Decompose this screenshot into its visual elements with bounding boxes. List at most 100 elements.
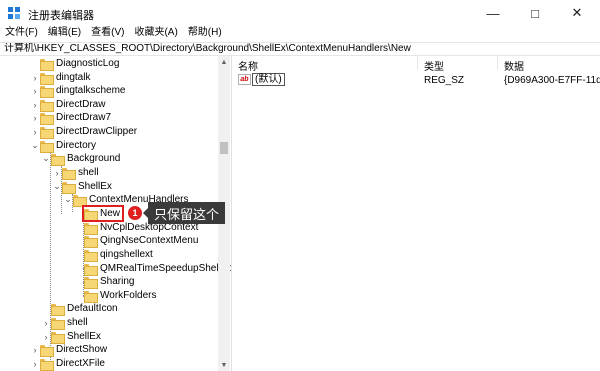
tree-item-label: Directory — [56, 140, 97, 151]
tree-item-workfolders[interactable]: WorkFolders — [74, 289, 157, 303]
folder-icon — [40, 126, 54, 139]
expand-chevron-icon — [74, 248, 84, 261]
folder-icon — [51, 317, 65, 330]
expand-chevron-icon[interactable]: › — [41, 330, 51, 343]
tree-item-label: Background — [67, 153, 121, 164]
annotation-callout: 只保留这个 — [143, 202, 225, 224]
minimize-button[interactable]: — — [472, 0, 514, 26]
tree-item-shell[interactable]: › shell — [41, 316, 88, 330]
collapse-chevron-icon[interactable]: ⌄ — [30, 139, 40, 152]
tree-item-label: shell — [67, 317, 88, 328]
tree-item-background[interactable]: ⌄ Background — [41, 152, 121, 166]
collapse-chevron-icon[interactable]: ⌄ — [41, 152, 51, 165]
folder-icon — [84, 222, 98, 235]
expand-chevron-icon[interactable]: › — [30, 343, 40, 356]
value-data: {D969A300-E7FF-11d0 — [504, 75, 600, 86]
column-separator[interactable] — [497, 56, 498, 70]
tree-item-shell[interactable]: › shell — [52, 166, 99, 180]
tree-item-dingtalk[interactable]: › dingtalk — [30, 71, 91, 85]
folder-icon — [84, 276, 98, 289]
expand-chevron-icon[interactable]: › — [30, 84, 40, 97]
expand-chevron-icon[interactable]: › — [30, 98, 40, 111]
tree-item-label: dingtalk — [56, 72, 91, 83]
expand-chevron-icon[interactable]: › — [30, 125, 40, 138]
menu-file[interactable]: 文件(F) — [0, 26, 43, 42]
tree-item-directshow[interactable]: › DirectShow — [30, 343, 108, 357]
column-separator[interactable] — [417, 56, 418, 70]
tree-item-label: ShellEx — [78, 181, 112, 192]
close-button[interactable]: ✕ — [556, 0, 598, 26]
tree-item-directory[interactable]: ⌄ Directory — [30, 139, 97, 153]
expand-chevron-icon — [74, 221, 84, 234]
folder-open-icon — [40, 140, 54, 153]
folder-open-icon — [73, 194, 87, 207]
expand-chevron-icon[interactable] — [30, 57, 40, 70]
expand-chevron-icon[interactable]: › — [52, 166, 62, 179]
collapse-chevron-icon[interactable]: ⌄ — [52, 180, 62, 193]
value-type: REG_SZ — [424, 75, 465, 86]
tree-item-defaulticon[interactable]: DefaultIcon — [41, 302, 118, 316]
collapse-chevron-icon[interactable]: ⌄ — [63, 193, 73, 206]
tree-item-label: dingtalkscheme — [56, 85, 126, 96]
tree-item-shellex[interactable]: ⌄ ShellEx — [52, 180, 112, 194]
tree-item-label: DirectDraw7 — [56, 112, 112, 123]
scroll-down-icon[interactable]: ▼ — [218, 359, 230, 371]
expand-chevron-icon[interactable]: › — [41, 316, 51, 329]
folder-icon — [51, 303, 65, 316]
window-title: 注册表编辑器 — [28, 10, 94, 22]
maximize-button[interactable]: □ — [514, 0, 556, 26]
string-value-icon: ab — [238, 74, 251, 85]
values-list-pane[interactable]: 名称 类型 数据 ab (默认) REG_SZ {D969A300-E7FF-1… — [234, 56, 600, 371]
expand-chevron-icon — [74, 234, 84, 247]
scroll-thumb[interactable] — [220, 142, 228, 154]
tree-item-directdrawclipper[interactable]: › DirectDrawClipper — [30, 125, 138, 139]
tree-item-qingnsecontextmenu[interactable]: QingNseContextMenu — [74, 234, 199, 248]
folder-icon — [40, 344, 54, 357]
tree-item-label: DefaultIcon — [67, 303, 118, 314]
expand-chevron-icon[interactable]: › — [30, 71, 40, 84]
step-number-badge: 1 — [128, 206, 142, 220]
tree-item-diagnosticlog[interactable]: DiagnosticLog — [30, 57, 120, 71]
tree-item-label: QingNseContextMenu — [100, 235, 199, 246]
expand-chevron-icon — [74, 262, 84, 275]
menu-favorites[interactable]: 收藏夹(A) — [129, 26, 182, 42]
folder-icon — [40, 112, 54, 125]
column-header-type[interactable]: 类型 — [424, 58, 444, 73]
tree-item-label: DirectShow — [56, 344, 108, 355]
menu-view[interactable]: 查看(V) — [86, 26, 129, 42]
menu-help[interactable]: 帮助(H) — [183, 26, 227, 42]
tree-item-sharing[interactable]: Sharing — [74, 275, 135, 289]
folder-icon — [84, 263, 98, 276]
tree-item-label: DirectDrawClipper — [56, 126, 138, 137]
tree-item-shellex[interactable]: › ShellEx — [41, 330, 101, 344]
expand-chevron-icon[interactable]: › — [30, 111, 40, 124]
tree-item-qingshellext[interactable]: qingshellext — [74, 248, 153, 262]
tree-item-label: DiagnosticLog — [56, 58, 120, 69]
tree-item-directdraw7[interactable]: › DirectDraw7 — [30, 111, 112, 125]
tree-item-label: QMRealTimeSpeedupShellContext — [100, 263, 231, 274]
folder-icon — [40, 72, 54, 85]
tree-item-label: DirectXFile — [56, 358, 105, 369]
folder-icon — [40, 99, 54, 112]
expand-chevron-icon[interactable]: › — [30, 357, 40, 370]
column-header-data[interactable]: 数据 — [504, 58, 524, 73]
tree-item-dingtalkscheme[interactable]: › dingtalkscheme — [30, 84, 126, 98]
folder-icon — [51, 331, 65, 344]
column-header-name[interactable]: 名称 — [238, 58, 258, 73]
tree-item-directxfile[interactable]: › DirectXFile — [30, 357, 105, 371]
tree-item-label: qingshellext — [100, 249, 153, 260]
address-bar[interactable]: 计算机\HKEY_CLASSES_ROOT\Directory\Backgrou… — [0, 42, 600, 56]
folder-icon — [84, 249, 98, 262]
tree-item-qmrealtimespeedup[interactable]: QMRealTimeSpeedupShellContext — [74, 262, 231, 276]
expand-chevron-icon — [74, 275, 84, 288]
highlight-box — [82, 205, 124, 222]
tree-item-directdraw[interactable]: › DirectDraw — [30, 98, 105, 112]
expand-chevron-icon — [41, 302, 51, 315]
tree-item-label: WorkFolders — [100, 290, 157, 301]
scroll-up-icon[interactable]: ▲ — [218, 56, 230, 68]
menu-edit[interactable]: 编辑(E) — [43, 26, 86, 42]
folder-icon — [40, 58, 54, 71]
value-name[interactable]: (默认) — [252, 73, 285, 86]
tree-item-label: Sharing — [100, 276, 135, 287]
title-bar: 注册表编辑器 — □ ✕ — [0, 0, 600, 26]
